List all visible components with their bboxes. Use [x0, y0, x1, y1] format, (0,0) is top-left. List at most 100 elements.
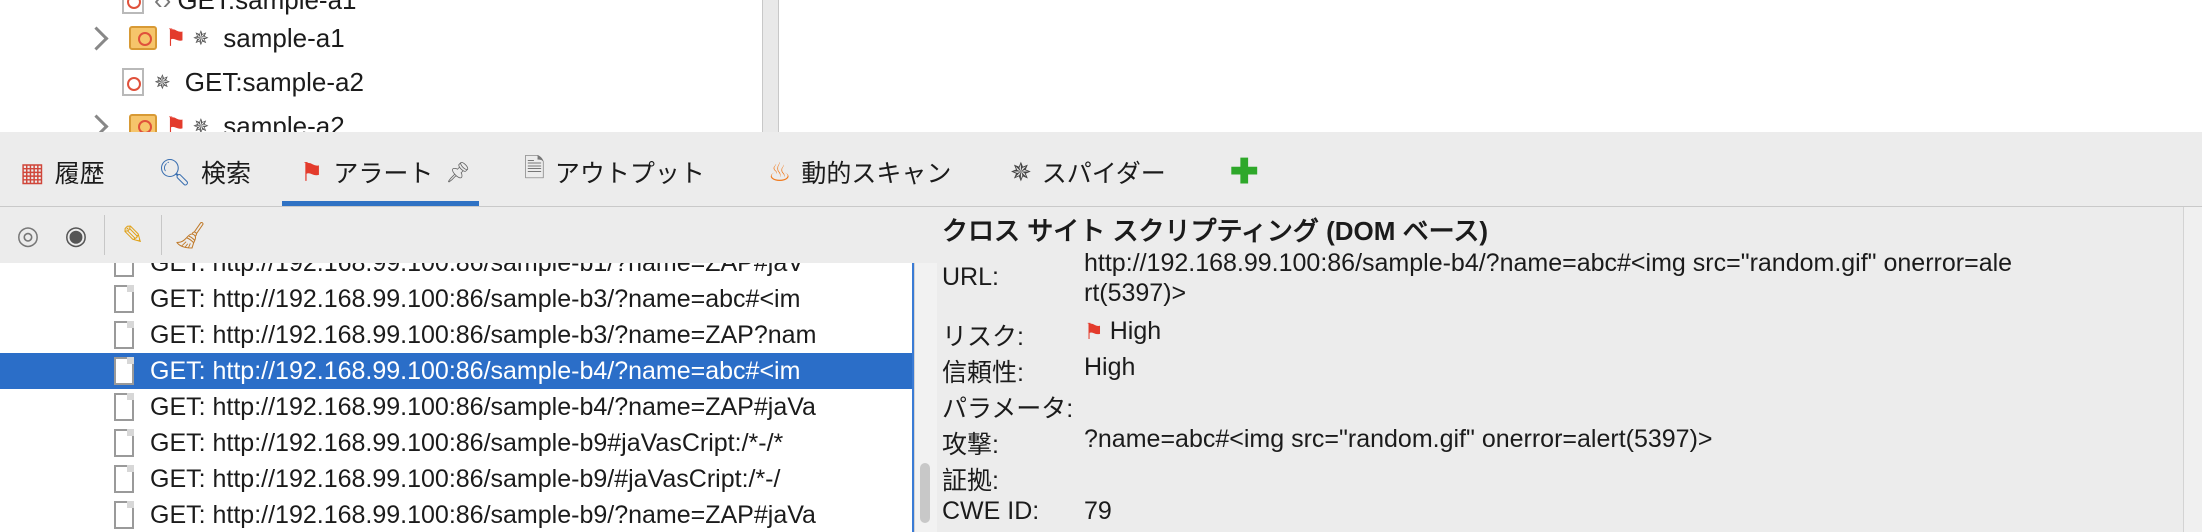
alert-row-label: GET: http://192.168.99.100:86/sample-b9/… — [150, 500, 816, 529]
target-icon: ◎ — [16, 219, 40, 250]
workspace-pane — [778, 0, 2202, 132]
tab-label: アウトプット — [554, 160, 705, 188]
tab-label: アラート — [333, 160, 434, 188]
tab-active-scan[interactable]: ♨ 動的スキャン — [768, 138, 951, 206]
flame-icon: ♨ — [768, 156, 792, 187]
url-label: URL: — [942, 263, 999, 291]
document-icon: 🗎 — [524, 153, 545, 183]
risk-value: ⚑ High — [1084, 317, 1161, 346]
attack-label: 攻撃: — [942, 431, 999, 459]
document-icon — [114, 465, 134, 493]
tree-node-label: GET:sample-a2 — [184, 66, 364, 97]
bottom-tab-bar: ▦ 履歴 🔍︎ 検索 ⚑ アラート 📌︎ 🗎 アウトプット ♨ 動的スキャン ✵… — [0, 138, 2202, 207]
clean-alerts-button[interactable]: 🧹︎ — [170, 215, 210, 255]
calendar-icon: ▦ — [20, 156, 45, 187]
tab-label: 検索 — [201, 160, 252, 188]
document-icon — [114, 393, 134, 421]
spider-icon: ✵ — [1010, 156, 1032, 187]
document-icon — [114, 429, 134, 457]
tab-alerts[interactable]: ⚑ アラート 📌︎ — [282, 138, 479, 206]
alert-row-selected[interactable]: GET: http://192.168.99.100:86/sample-b4/… — [0, 353, 912, 389]
alert-row[interactable]: GET: http://192.168.99.100:86/sample-b3/… — [0, 317, 912, 353]
target-button[interactable]: ◎ — [8, 215, 48, 255]
page-icon — [122, 68, 144, 96]
alert-row-label: GET: http://192.168.99.100:86/sample-b1/… — [150, 263, 804, 278]
plus-icon: ✚ — [1230, 153, 1259, 191]
document-icon — [114, 285, 134, 313]
tab-label: スパイダー — [1041, 160, 1166, 188]
confidence-value: High — [1084, 353, 1136, 381]
broom-icon: 🧹︎ — [173, 219, 207, 250]
attack-value: ?name=abc#<img src="random.gif" onerror=… — [1084, 425, 1713, 453]
alert-details-panel: クロス サイト スクリプティング (DOM ベース) URL: http://1… — [938, 207, 2202, 532]
tree-node-label: sample-a1 — [223, 22, 345, 53]
alerts-scrollbar[interactable] — [914, 263, 937, 532]
details-scrollbar[interactable] — [2183, 207, 2202, 532]
tree-node-sample-a2[interactable]: ⚑ ✵ sample-a2 — [84, 108, 345, 133]
evidence-label: 証拠: — [942, 467, 999, 495]
pin-icon[interactable]: 📌︎ — [445, 160, 470, 185]
chevron-right-icon[interactable] — [84, 113, 109, 132]
globe-button[interactable]: ◉ — [56, 215, 96, 255]
document-icon — [114, 321, 134, 349]
tree-node-get-sample-a2[interactable]: ✵ GET:sample-a2 — [122, 64, 364, 100]
tree-scrollbar[interactable] — [763, 0, 778, 132]
alert-row-label: GET: http://192.168.99.100:86/sample-b3/… — [150, 320, 817, 349]
cwe-id-value: 79 — [1084, 497, 1112, 525]
alert-title: クロス サイト スクリプティング (DOM ベース) — [942, 216, 1489, 246]
folder-icon — [129, 26, 157, 50]
scrollbar-thumb[interactable] — [920, 463, 930, 523]
add-tab-button[interactable]: ✚ — [1230, 138, 1259, 206]
toolbar-divider — [161, 215, 162, 255]
document-icon — [114, 501, 134, 529]
tab-label: 動的スキャン — [801, 160, 952, 188]
flag-icon: ⚑ — [165, 24, 187, 52]
alert-row[interactable]: GET: http://192.168.99.100:86/sample-b4/… — [0, 389, 912, 425]
alert-row-label: GET: http://192.168.99.100:86/sample-b4/… — [150, 392, 816, 421]
alerts-toolbar: ◎ ◉ ✎ 🧹︎ — [0, 207, 938, 263]
tab-spider[interactable]: ✵ スパイダー — [1010, 138, 1166, 206]
tab-search[interactable]: 🔍︎ 検索 — [158, 138, 251, 206]
tab-output[interactable]: 🗎 アウトプット — [524, 138, 705, 206]
spider-icon: ✵ — [192, 115, 210, 133]
confidence-label: 信頼性: — [942, 359, 1024, 387]
risk-text: High — [1109, 317, 1162, 345]
folder-icon — [129, 114, 157, 132]
url-value-line2: rt(5397)> — [1084, 279, 1187, 307]
tree-node-label: sample-a2 — [223, 110, 345, 133]
alert-row[interactable]: GET: http://192.168.99.100:86/sample-b1/… — [0, 263, 912, 281]
flag-icon: ⚑ — [1084, 319, 1104, 344]
alerts-tree: GET: http://192.168.99.100:86/sample-b1/… — [0, 263, 914, 532]
code-icon: ‹› — [154, 0, 171, 16]
alert-row[interactable]: GET: http://192.168.99.100:86/sample-b9#… — [0, 425, 912, 461]
globe-icon: ◉ — [64, 219, 88, 250]
document-icon — [114, 263, 134, 277]
tree-node-sample-a1[interactable]: ⚑ ✵ sample-a1 — [84, 20, 345, 56]
tab-label: 履歴 — [54, 160, 105, 188]
alert-row-label: GET: http://192.168.99.100:86/sample-b9#… — [150, 428, 784, 457]
spider-icon: ✵ — [192, 27, 210, 50]
search-icon: 🔍︎ — [158, 156, 192, 187]
alert-row[interactable]: GET: http://192.168.99.100:86/sample-b9/… — [0, 461, 912, 497]
alert-row-label: GET: http://192.168.99.100:86/sample-b3/… — [150, 284, 801, 313]
url-value-line1: http://192.168.99.100:86/sample-b4/?name… — [1084, 249, 2013, 277]
parameter-label: パラメータ: — [942, 395, 1074, 423]
flag-icon: ⚑ — [300, 156, 324, 187]
tree-node-label: GET:sample-a1 — [177, 0, 356, 16]
toolbar-divider — [104, 215, 105, 255]
alert-row-label: GET: http://192.168.99.100:86/sample-b9/… — [150, 464, 781, 493]
spider-icon: ✵ — [154, 71, 171, 94]
edit-alert-button[interactable]: ✎ — [113, 215, 153, 255]
alert-row[interactable]: GET: http://192.168.99.100:86/sample-b9/… — [0, 497, 912, 532]
page-icon — [122, 0, 144, 14]
tree-node-get-sample-a1[interactable]: ‹› GET:sample-a1 — [122, 0, 357, 18]
tab-history[interactable]: ▦ 履歴 — [20, 138, 105, 206]
risk-label: リスク: — [942, 323, 1024, 351]
document-icon — [114, 357, 134, 385]
cwe-id-label: CWE ID: — [942, 497, 1040, 525]
pencil-icon: ✎ — [122, 219, 144, 250]
chevron-right-icon[interactable] — [84, 25, 109, 51]
alert-row[interactable]: GET: http://192.168.99.100:86/sample-b3/… — [0, 281, 912, 317]
alert-row-label: GET: http://192.168.99.100:86/sample-b4/… — [150, 356, 801, 385]
flag-icon: ⚑ — [165, 112, 187, 133]
